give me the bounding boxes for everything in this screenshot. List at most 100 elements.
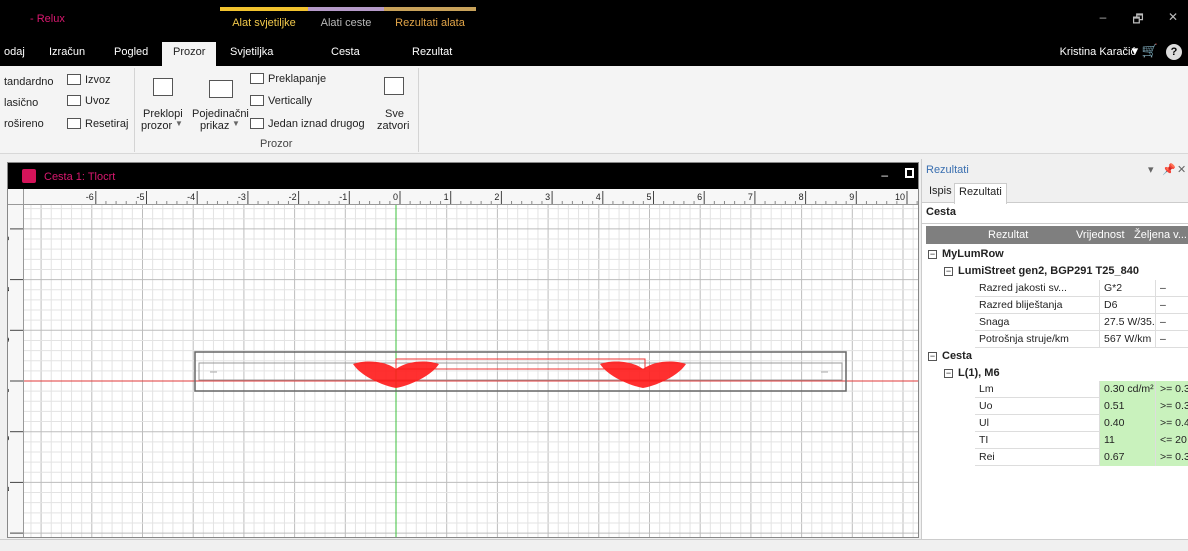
overlap-window-button[interactable]: Preklopi prozor ▼ [141, 74, 185, 134]
table-row[interactable]: Uo 0.51>= 0.35 [975, 398, 1188, 415]
reset-button[interactable]: Resetiraj [67, 118, 128, 130]
table-row[interactable]: Razred jakosti sv... G*2– [975, 280, 1188, 297]
group-label: L(1), M6 [958, 367, 1000, 379]
export-button[interactable]: Izvoz [67, 74, 111, 86]
drawing-maximize-button[interactable] [905, 168, 914, 178]
vertically-label: Vertically [268, 95, 313, 107]
help-icon[interactable]: ? [1166, 44, 1182, 60]
result-value: D6 [1099, 297, 1155, 314]
import-button[interactable]: Uvoz [67, 95, 110, 107]
view-classic-button[interactable]: lasično [4, 97, 38, 109]
road-lane [198, 362, 843, 381]
view-standard-button[interactable]: tandardno [4, 76, 54, 88]
col-desired[interactable]: Željena v... [1134, 229, 1187, 241]
user-name[interactable]: Kristina Karačić [1060, 46, 1136, 58]
result-desired: >= 0.35 [1155, 398, 1188, 415]
tab-dodaj[interactable]: odaj [4, 46, 25, 58]
tab-ispis[interactable]: Ispis [929, 185, 952, 197]
result-value: 0.67 [1099, 449, 1155, 466]
result-desired: – [1155, 280, 1188, 297]
context-tab-luminaire-tools[interactable]: Alat svjetiljke [220, 7, 308, 40]
tab-prozor[interactable]: Prozor [162, 42, 217, 66]
single-view-button[interactable]: Pojedinačni prikaz ▼ [192, 74, 249, 134]
divider [922, 223, 1188, 224]
restore-button[interactable]: 🗗 [1128, 10, 1148, 31]
result-desired: – [1155, 331, 1188, 348]
ruler-label: -5 [136, 192, 144, 202]
group-label: Cesta [942, 350, 972, 362]
table-row[interactable]: Ul 0.40>= 0.40 [975, 415, 1188, 432]
single-view-label-2: prikaz [200, 120, 230, 132]
collapse-icon[interactable]: − [944, 369, 953, 378]
results-tabs: Ispis Rezultati [922, 181, 1188, 204]
table-row[interactable]: Razred bliještanja D6– [975, 297, 1188, 314]
cart-icon[interactable]: ▾ 🛒 [1132, 43, 1158, 59]
tree-group-lane[interactable]: − L(1), M6 [944, 367, 1000, 379]
collapse-icon[interactable]: − [928, 352, 937, 361]
tab-izracun[interactable]: Izračun [49, 46, 85, 58]
results-panel: Rezultati ▾ 📌 ✕ Ispis Rezultati Cesta Re… [921, 159, 1188, 539]
tab-svjetiljka[interactable]: Svjetiljka [230, 46, 273, 58]
luminaire-light-distribution[interactable] [600, 361, 686, 388]
tree-group-mylumrow[interactable]: − MyLumRow [928, 248, 1004, 260]
close-button[interactable]: ✕ [1163, 10, 1183, 24]
ruler-label: -1 [8, 436, 11, 444]
view-extended-button[interactable]: rošireno [4, 118, 44, 130]
cascade-label: Preklapanje [268, 73, 327, 85]
collapse-icon[interactable]: − [928, 250, 937, 259]
drawing-minimize-button[interactable]: – [881, 168, 888, 182]
context-tab-result-tools[interactable]: Rezultati alata [384, 7, 476, 40]
table-row[interactable]: Potrošnja struje/km 567 W/km – [975, 331, 1188, 348]
ruler-label: 3 [545, 192, 550, 202]
subtab-cesta[interactable]: Cesta [926, 206, 956, 218]
import-label: Uvoz [85, 95, 111, 107]
ruler-label: -6 [86, 192, 94, 202]
table-row[interactable]: TI 11 <= 20 [975, 432, 1188, 449]
import-icon [67, 95, 81, 106]
ruler-label: 9 [849, 192, 854, 202]
tab-rezultati[interactable]: Rezultati [954, 183, 1007, 204]
col-value[interactable]: Vrijednost [1076, 229, 1125, 241]
close-icon[interactable]: ✕ [1177, 163, 1186, 176]
drawing-window[interactable]: Cesta 1: Tlocrt – -6 -5 -4 -3 -2 -1 0 1 2 3 4 5 6 7 8 9… [7, 162, 919, 538]
ruler-label: 2 [494, 192, 499, 202]
tab-pogled[interactable]: Pogled [114, 46, 148, 58]
result-desired: – [1155, 297, 1188, 314]
menu-bar: odaj Izračun Pogled Prozor Svjetiljka Ce… [0, 40, 1188, 66]
drawing-title: Cesta 1: Tlocrt [44, 171, 116, 183]
result-value: 0.51 [1099, 398, 1155, 415]
ruler-corner [8, 189, 24, 205]
results-header: Rezultati ▾ 📌 ✕ [922, 159, 1188, 181]
result-name: Lm [979, 383, 994, 395]
chevron-down-icon: ▼ [232, 119, 240, 128]
cascade-button[interactable]: Preklapanje [250, 73, 326, 85]
result-name: Potrošnja struje/km [979, 333, 1069, 345]
close-all-button[interactable]: Sve zatvori [374, 74, 414, 134]
context-tab-road-tools[interactable]: Alati ceste [308, 7, 384, 40]
document-icon [22, 169, 36, 183]
one-above-other-button[interactable]: Jedan iznad drugog [250, 118, 365, 130]
chevron-down-icon[interactable]: ▾ [1148, 163, 1154, 176]
ruler-label: 10 [895, 192, 905, 202]
tab-rezultat[interactable]: Rezultat [412, 46, 452, 58]
col-result[interactable]: Rezultat [988, 229, 1028, 241]
tree-group-luminaire[interactable]: − LumiStreet gen2, BGP291 T25_840 [944, 265, 1139, 277]
minimize-button[interactable]: – [1093, 10, 1113, 24]
result-desired: <= 20 [1155, 432, 1188, 449]
vertically-button[interactable]: Vertically [250, 95, 312, 107]
table-row[interactable]: Rei 0.67>= 0.30 [975, 449, 1188, 466]
table-row[interactable]: Lm 0.30 cd/m²>= 0.30 cd... [975, 381, 1188, 398]
tree-group-cesta[interactable]: − Cesta [928, 350, 972, 362]
drawing-canvas[interactable] [24, 205, 918, 537]
ribbon-separator [134, 68, 135, 152]
collapse-icon[interactable]: − [944, 267, 953, 276]
result-value: 11 [1099, 432, 1155, 449]
title-bar: - Relux Alat svjetiljke Alati ceste Rezu… [0, 0, 1188, 40]
pin-icon[interactable]: 📌 [1162, 163, 1176, 176]
results-title: Rezultati [926, 164, 969, 176]
reset-icon [67, 118, 81, 129]
status-bar [0, 539, 1188, 551]
table-row[interactable]: Snaga 27.5 W/35... – [975, 314, 1188, 331]
tab-cesta[interactable]: Cesta [331, 46, 360, 58]
vertical-ruler: 3210-1-2-3 [8, 205, 24, 537]
